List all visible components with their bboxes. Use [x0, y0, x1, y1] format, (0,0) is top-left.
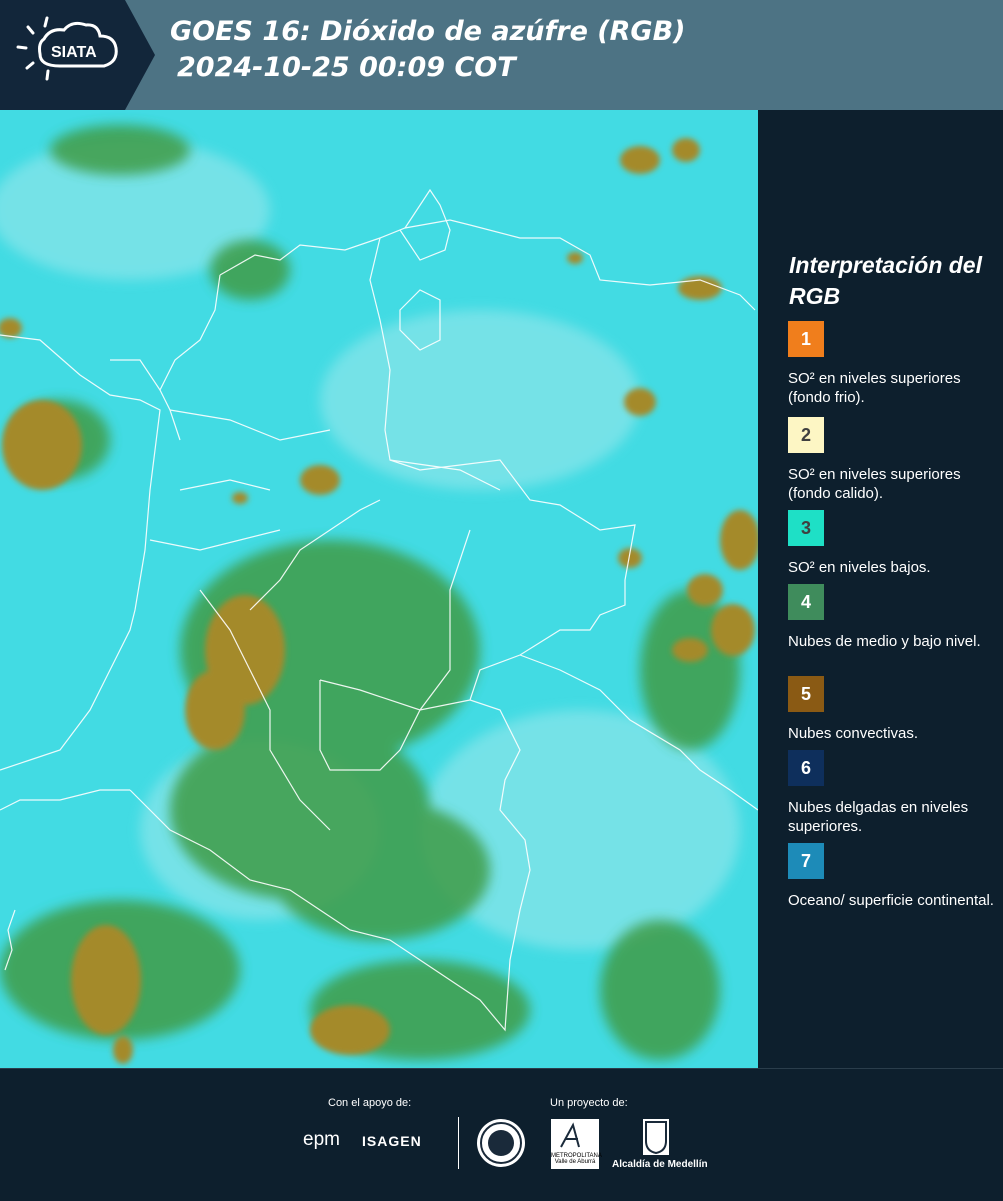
legend-title: Interpretación del RGB — [789, 252, 982, 309]
legend-swatch-4: 4 — [788, 584, 824, 620]
legend-item-4: 4 Nubes de medio y bajo nivel. — [788, 584, 998, 651]
legend-swatch-2: 2 — [788, 417, 824, 453]
legend-item-2: 2 SO² en niveles superiores (fondo calid… — [788, 417, 998, 503]
legend-panel: Interpretación del RGB 1 SO² en niveles … — [760, 110, 1003, 1068]
legend-text-6: Nubes delgadas en niveles superiores. — [788, 799, 969, 835]
legend-item-6: 6 Nubes delgadas en niveles superiores. — [788, 750, 998, 836]
legend-text-7: Oceano/ superficie continental. — [788, 892, 994, 909]
legend-swatch-6: 6 — [788, 750, 824, 786]
siata-logo-text: SIATA — [51, 44, 97, 61]
legend-item-5: 5 Nubes convectivas. — [788, 676, 998, 743]
footer: Con el apoyo de: Un proyecto de: epm ISA… — [0, 1068, 1003, 1201]
legend-swatch-3: 3 — [788, 510, 824, 546]
title-datetime: 2024-10-25 00:09 COT — [177, 52, 516, 83]
legend-text-3: SO² en niveles bajos. — [788, 559, 931, 576]
area-metropolitana-text: METROPOLITANA Valle de Aburrá — [551, 1153, 602, 1165]
legend-swatch-7: 7 — [788, 843, 824, 879]
footer-divider — [458, 1117, 459, 1169]
legend-swatch-5: 5 — [788, 676, 824, 712]
alcaldia-text: Alcaldía de Medellín — [612, 1159, 708, 1170]
page-title: GOES 16: Dióxido de azúfre (RGB) 2024-10… — [170, 14, 686, 86]
project-label: Un proyecto de: — [550, 1097, 628, 1109]
legend-text-5: Nubes convectivas. — [788, 725, 919, 742]
epm-logo[interactable]: epm — [303, 1129, 340, 1151]
legend-item-7: 7 Oceano/ superficie continental. — [788, 843, 998, 910]
legend-item-3: 3 SO² en niveles bajos. — [788, 510, 998, 577]
legend-item-1: 1 SO² en niveles superiores (fondo frio)… — [788, 321, 998, 407]
legend-swatch-1: 1 — [788, 321, 824, 357]
header-bar: SIATA GOES 16: Dióxido de azúfre (RGB) 2… — [0, 0, 1003, 110]
legend-text-2: SO² en niveles superiores (fondo calido)… — [788, 466, 961, 502]
title-product: GOES 16: Dióxido de azúfre (RGB) — [170, 16, 686, 47]
medellin-seal-icon[interactable] — [477, 1119, 525, 1167]
siata-logo[interactable]: SIATA — [0, 0, 155, 110]
alcaldia-shield-icon[interactable] — [643, 1119, 669, 1155]
legend-text-4: Nubes de medio y bajo nivel. — [788, 633, 981, 650]
legend-text-1: SO² en niveles superiores (fondo frio). — [788, 370, 961, 406]
satellite-map[interactable] — [0, 110, 758, 1068]
isagen-logo[interactable]: ISAGEN — [362, 1133, 422, 1149]
support-label: Con el apoyo de: — [328, 1097, 412, 1109]
